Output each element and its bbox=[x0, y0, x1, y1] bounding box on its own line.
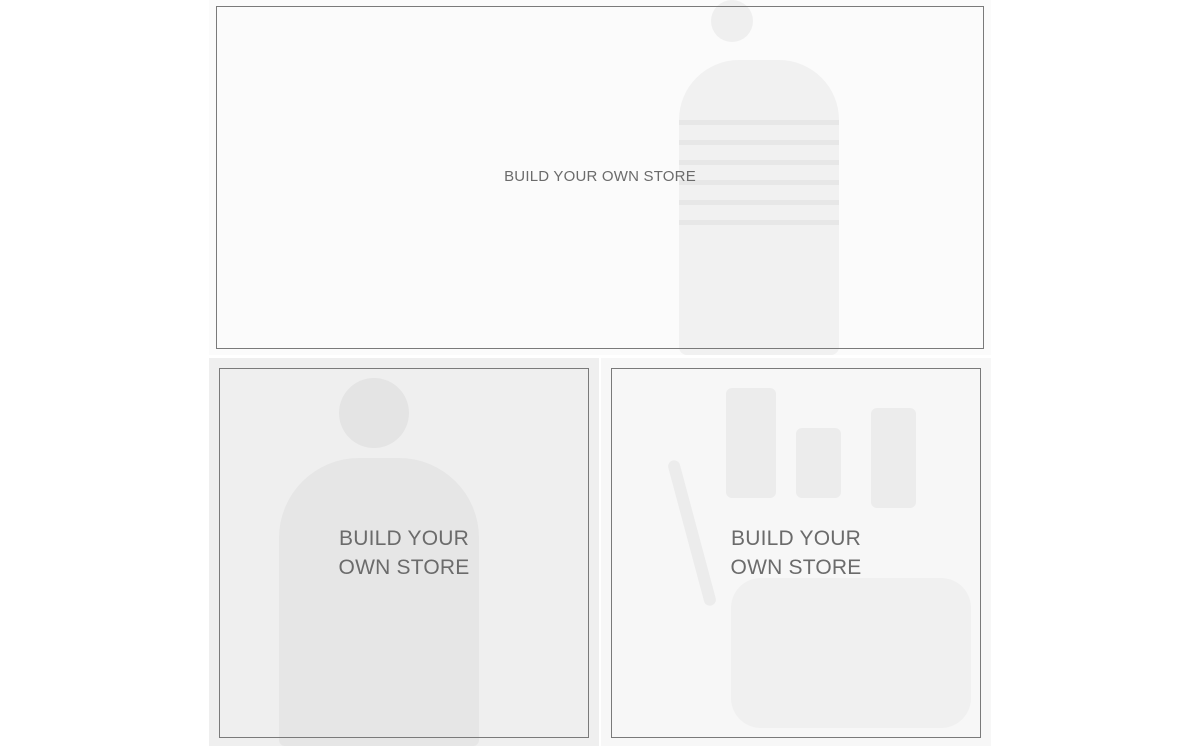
right-tile-label: BUILD YOUR OWN STORE bbox=[696, 524, 896, 582]
left-tile-label-line2: OWN STORE bbox=[338, 556, 470, 579]
store-tile-right[interactable]: BUILD YOUR OWN STORE bbox=[601, 358, 991, 746]
store-tile-left[interactable]: BUILD YOUR OWN STORE bbox=[209, 358, 599, 746]
right-tile-label-line1: BUILD YOUR bbox=[731, 527, 861, 550]
left-tile-label-line1: BUILD YOUR bbox=[339, 527, 469, 550]
left-tile-label: BUILD YOUR OWN STORE bbox=[304, 524, 504, 582]
store-tile-hero[interactable]: BUILD YOUR OWN STORE bbox=[209, 0, 991, 355]
right-tile-label-line2: OWN STORE bbox=[730, 556, 862, 579]
hero-tile-label: BUILD YOUR OWN STORE bbox=[504, 168, 696, 185]
